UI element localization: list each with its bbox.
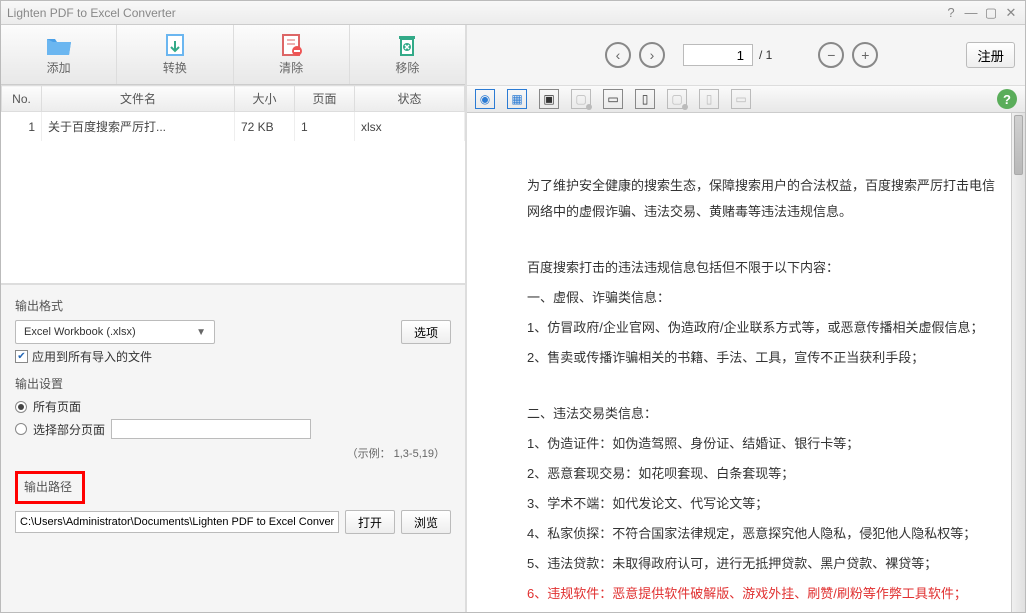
view-mode-1-icon[interactable]: ◉ xyxy=(475,89,495,109)
format-value: Excel Workbook (.xlsx) xyxy=(24,326,136,338)
preview-text: 1、仿冒政府/企业官网、伪造政府/企业联系方式等，或恶意传播相关虚假信息； xyxy=(527,315,995,341)
main-toolbar: 添加 转换 清除 移除 xyxy=(1,25,465,85)
convert-button[interactable]: 转换 xyxy=(117,25,233,84)
th-name[interactable]: 文件名 xyxy=(42,86,235,112)
preview-text: 2、恶意套现交易：如花呗套现、白条套现等； xyxy=(527,461,995,487)
view-grid-icon[interactable]: ▦ xyxy=(507,89,527,109)
preview-text: 为了维护安全健康的搜索生态，保障搜索用户的合法权益，百度搜索严厉打击电信网络中的… xyxy=(527,173,995,225)
clear-label: 清除 xyxy=(279,59,303,76)
preview-text: 百度搜索打击的违法违规信息包括但不限于以下内容： xyxy=(527,255,995,281)
page-example: （示例： 1,3-5,19） xyxy=(15,443,451,461)
settings-panel: 输出格式 Excel Workbook (.xlsx) ▼ 选项 ✔ 应用到所有… xyxy=(1,285,465,612)
view-tool-1-icon[interactable]: ▢ xyxy=(571,89,591,109)
select-pages-radio[interactable] xyxy=(15,423,27,435)
right-panel: ‹ › / 1 − + 注册 ◉ ▦ ▣ ▢ ▭ ▯ ▢ ▯ ▭ xyxy=(467,25,1025,612)
page-total: / 1 xyxy=(759,48,772,62)
document-preview: 为了维护安全健康的搜索生态，保障搜索用户的合法权益，百度搜索严厉打击电信网络中的… xyxy=(467,113,1025,612)
preview-toolbar: ‹ › / 1 − + 注册 xyxy=(467,25,1025,85)
preview-text: 7、违规兼职网赚：发布刷单、打字等欺诈类兼职或违法灰色网赚信息，导致网络用户财产… xyxy=(527,611,995,612)
left-panel: 添加 转换 清除 移除 No. xyxy=(1,25,467,612)
next-page-button[interactable]: › xyxy=(639,42,665,68)
view-tool-2-icon[interactable]: ▭ xyxy=(603,89,623,109)
preview-text-highlighted: 6、违规软件：恶意提供软件破解版、游戏外挂、刷赞/刷粉等作弊工具软件； xyxy=(527,581,995,607)
close-icon[interactable]: ✕ xyxy=(1003,5,1019,21)
preview-text: 二、违法交易类信息： xyxy=(527,401,995,427)
select-pages-label: 选择部分页面 xyxy=(33,421,105,438)
app-window: Lighten PDF to Excel Converter ? — ▢ ✕ 添… xyxy=(0,0,1026,613)
trash-icon xyxy=(393,33,421,57)
preview-text: 2、售卖或传播诈骗相关的书籍、手法、工具，宣传不正当获利手段； xyxy=(527,345,995,371)
output-format-label: 输出格式 xyxy=(15,297,451,314)
preview-text: 4、私家侦探：不符合国家法律规定，恶意探究他人隐私，侵犯他人隐私权等； xyxy=(527,521,995,547)
folder-open-icon xyxy=(45,33,73,57)
browse-button[interactable]: 浏览 xyxy=(401,510,451,534)
zoom-in-button[interactable]: + xyxy=(852,42,878,68)
view-tool-6-icon[interactable]: ▭ xyxy=(731,89,751,109)
titlebar: Lighten PDF to Excel Converter ? — ▢ ✕ xyxy=(1,1,1025,25)
th-state[interactable]: 状态 xyxy=(355,86,465,112)
add-label: 添加 xyxy=(47,59,71,76)
output-settings-label: 输出设置 xyxy=(15,375,451,392)
document-delete-icon xyxy=(277,33,305,57)
help-circle-icon[interactable]: ? xyxy=(997,89,1017,109)
table-row[interactable]: 1 关于百度搜索严厉打... 72 KB 1 xlsx xyxy=(2,112,465,142)
preview-text: 3、学术不端：如代发论文、代写论文等； xyxy=(527,491,995,517)
apply-all-checkbox[interactable]: ✔ xyxy=(15,350,28,363)
zoom-out-button[interactable]: − xyxy=(818,42,844,68)
output-path-label: 输出路径 xyxy=(24,480,72,494)
preview-text: 1、伪造证件：如伪造驾照、身份证、结婚证、银行卡等； xyxy=(527,431,995,457)
minimize-icon[interactable]: — xyxy=(963,5,979,21)
remove-label: 移除 xyxy=(395,59,419,76)
maximize-icon[interactable]: ▢ xyxy=(983,5,999,21)
scrollbar-thumb[interactable] xyxy=(1014,115,1023,175)
options-button[interactable]: 选项 xyxy=(401,320,451,344)
clear-button[interactable]: 清除 xyxy=(234,25,350,84)
view-tool-3-icon[interactable]: ▯ xyxy=(635,89,655,109)
th-page[interactable]: 页面 xyxy=(295,86,355,112)
view-tool-4-icon[interactable]: ▢ xyxy=(667,89,687,109)
format-select[interactable]: Excel Workbook (.xlsx) ▼ xyxy=(15,320,215,344)
remove-button[interactable]: 移除 xyxy=(350,25,465,84)
all-pages-radio[interactable] xyxy=(15,401,27,413)
window-title: Lighten PDF to Excel Converter xyxy=(7,6,176,20)
prev-page-button[interactable]: ‹ xyxy=(605,42,631,68)
apply-all-label: 应用到所有导入的文件 xyxy=(32,348,152,365)
add-button[interactable]: 添加 xyxy=(1,25,117,84)
document-convert-icon xyxy=(161,33,189,57)
chevron-down-icon: ▼ xyxy=(196,327,206,338)
register-button[interactable]: 注册 xyxy=(966,42,1015,68)
preview-scrollbar[interactable] xyxy=(1011,113,1025,612)
output-path-input[interactable] xyxy=(15,511,339,533)
view-toolbar: ◉ ▦ ▣ ▢ ▭ ▯ ▢ ▯ ▭ ? xyxy=(467,85,1025,113)
preview-text: 5、违法贷款：未取得政府认可，进行无抵押贷款、黑户贷款、裸贷等； xyxy=(527,551,995,577)
th-size[interactable]: 大小 xyxy=(235,86,295,112)
file-table: No. 文件名 大小 页面 状态 1 关于百度搜索严厉打... 72 KB 1 … xyxy=(1,85,465,285)
view-tool-5-icon[interactable]: ▯ xyxy=(699,89,719,109)
convert-label: 转换 xyxy=(163,59,187,76)
preview-text: 一、虚假、诈骗类信息： xyxy=(527,285,995,311)
all-pages-label: 所有页面 xyxy=(33,398,81,415)
view-fit-icon[interactable]: ▣ xyxy=(539,89,559,109)
page-range-input[interactable] xyxy=(111,419,311,439)
th-no[interactable]: No. xyxy=(2,86,42,112)
page-input[interactable] xyxy=(683,44,753,66)
open-button[interactable]: 打开 xyxy=(345,510,395,534)
help-icon[interactable]: ? xyxy=(943,5,959,21)
output-path-highlight: 输出路径 xyxy=(15,471,85,504)
